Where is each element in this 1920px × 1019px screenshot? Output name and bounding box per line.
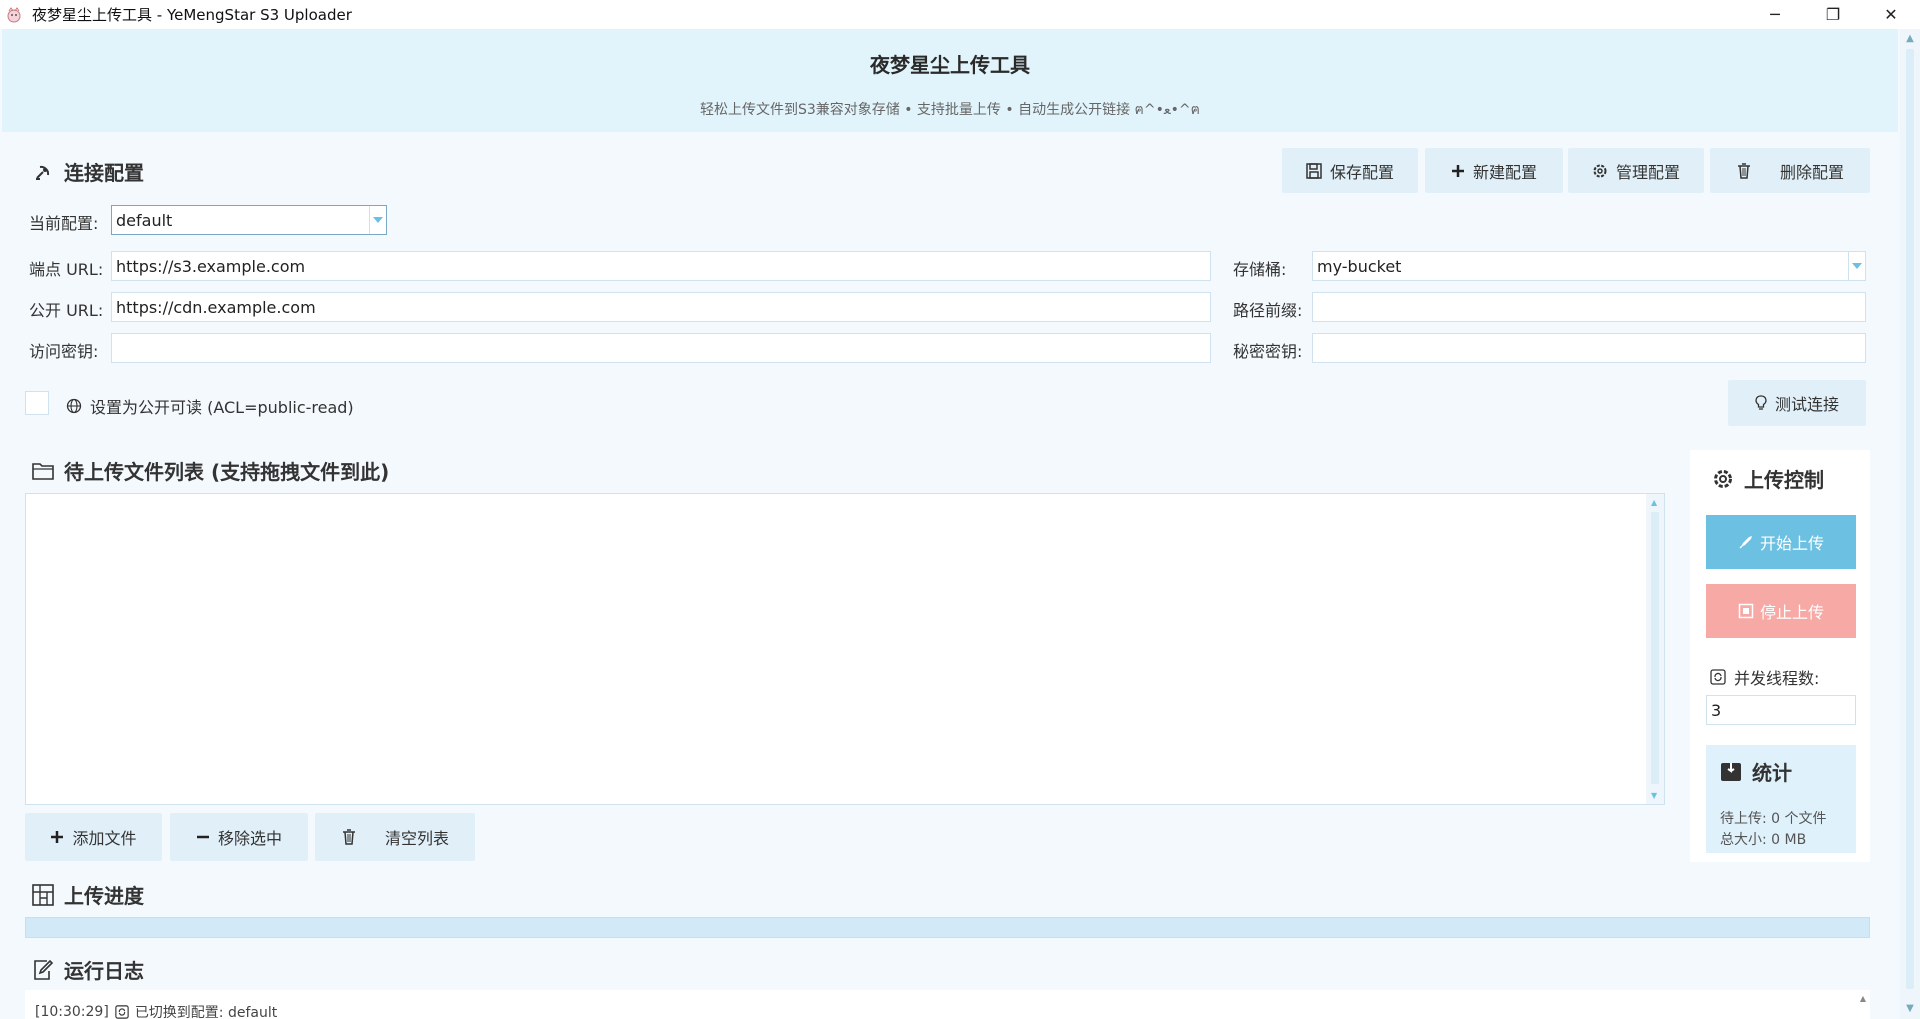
endpoint-url-input[interactable] [111, 251, 1211, 281]
public-url-input[interactable] [111, 292, 1211, 322]
access-key-input[interactable] [111, 333, 1211, 363]
access-key-value[interactable] [116, 338, 1210, 358]
app-title: 夜梦星尘上传工具 [870, 53, 1030, 77]
threads-label: 并发线程数: [1710, 665, 1819, 689]
save-config-button[interactable]: 保存配置 [1282, 148, 1418, 193]
window-title: 夜梦星尘上传工具 - YeMengStar S3 Uploader [32, 6, 352, 24]
log-box[interactable]: [10:30:29] 已切换到配置: default ▲ [25, 990, 1870, 1019]
scroll-up-icon[interactable]: ▲ [1651, 498, 1657, 507]
scroll-up-icon[interactable]: ▲ [1904, 33, 1916, 45]
trash-icon [1736, 162, 1752, 179]
stop-upload-button[interactable]: 停止上传 [1706, 584, 1856, 638]
file-list-section-title: 待上传文件列表 (支持拖拽文件到此) [32, 456, 389, 485]
rocket-icon [1738, 534, 1754, 550]
refresh-icon [1710, 669, 1726, 685]
window-titlebar: 夜梦星尘上传工具 - YeMengStar S3 Uploader ─ ❐ ✕ [0, 0, 1920, 29]
scroll-down-icon[interactable]: ▼ [1904, 1003, 1916, 1015]
plus-icon [50, 830, 64, 844]
bucket-label: 存储桶: [1233, 260, 1287, 279]
test-connection-button[interactable]: 测试连接 [1728, 380, 1866, 426]
bucket-select[interactable]: my-bucket [1312, 251, 1866, 281]
package-icon [1720, 762, 1742, 782]
upload-control-title: 上传控制 [1712, 464, 1824, 493]
delete-config-button[interactable]: 删除配置 [1710, 148, 1870, 193]
current-config-select[interactable]: default [111, 205, 387, 235]
pending-files-count: 待上传: 0 个文件 [1720, 811, 1827, 827]
edit-document-icon [32, 959, 54, 981]
file-list-box[interactable]: ▲ ▼ [25, 493, 1665, 805]
restore-button[interactable]: ❐ [1804, 0, 1862, 29]
folder-icon [32, 460, 54, 482]
scroll-down-icon[interactable]: ▼ [1651, 791, 1657, 800]
public-url-value[interactable] [116, 297, 1210, 317]
gear-icon [1712, 468, 1734, 490]
add-files-button[interactable]: 添加文件 [25, 813, 162, 861]
gear-icon [1592, 163, 1608, 179]
app-header: 夜梦星尘上传工具 轻松上传文件到S3兼容对象存储 • 支持批量上传 • 自动生成… [2, 29, 1898, 132]
manage-config-button[interactable]: 管理配置 [1568, 148, 1704, 193]
file-list-scrollbar[interactable]: ▲ ▼ [1646, 494, 1664, 804]
threads-value[interactable] [1711, 700, 1855, 720]
remove-selected-button[interactable]: 移除选中 [170, 813, 308, 861]
floppy-icon [1306, 162, 1322, 179]
refresh-icon [115, 1005, 129, 1019]
threads-input[interactable] [1706, 695, 1856, 725]
secret-key-label: 秘密密钥: [1233, 342, 1303, 361]
public-read-label: 设置为公开可读 (ACL=public-read) [66, 394, 354, 418]
path-prefix-input[interactable] [1312, 292, 1866, 322]
progress-section-title: 上传进度 [32, 880, 144, 909]
public-read-checkbox[interactable] [25, 391, 49, 415]
upload-control-panel: 上传控制 开始上传 停止上传 并发线程数: 统计 待上传: 0 个文件 总大小:… [1690, 450, 1870, 862]
window-scrollbar[interactable]: ▲ ▼ [1900, 29, 1920, 1019]
trash-icon [341, 829, 357, 845]
lightbulb-icon [1755, 395, 1767, 411]
app-logo-icon [4, 5, 24, 25]
new-config-button[interactable]: 新建配置 [1425, 148, 1563, 193]
path-prefix-value[interactable] [1317, 297, 1865, 317]
minimize-button[interactable]: ─ [1746, 0, 1804, 29]
stats-box: 统计 待上传: 0 个文件 总大小: 0 MB [1706, 745, 1856, 853]
log-section-title: 运行日志 [32, 955, 144, 984]
app-subtitle: 轻松上传文件到S3兼容对象存储 • 支持批量上传 • 自动生成公开链接 ฅ^•ﻌ… [699, 102, 1201, 118]
current-config-label: 当前配置: [29, 214, 99, 233]
log-line: [10:30:29] 已切换到配置: default [35, 1004, 278, 1019]
upload-progress-bar [25, 917, 1870, 938]
chevron-down-icon[interactable] [1848, 252, 1865, 280]
satellite-icon [32, 161, 54, 183]
access-key-label: 访问密钥: [29, 342, 99, 361]
path-prefix-label: 路径前缀: [1233, 301, 1303, 320]
plus-icon [1451, 164, 1465, 178]
stop-icon [1738, 603, 1754, 619]
secret-key-value[interactable] [1317, 338, 1865, 358]
total-size-value: 总大小: 0 MB [1720, 832, 1807, 848]
chevron-down-icon[interactable] [369, 206, 386, 234]
secret-key-input[interactable] [1312, 333, 1866, 363]
globe-icon [66, 398, 82, 414]
endpoint-url-label: 端点 URL: [29, 260, 104, 279]
connection-section-title: 连接配置 [32, 157, 144, 186]
scroll-up-icon[interactable]: ▲ [1860, 994, 1866, 1003]
start-upload-button[interactable]: 开始上传 [1706, 515, 1856, 569]
scroll-thumb[interactable] [1906, 49, 1914, 989]
stats-title: 统计 [1720, 757, 1792, 786]
chart-icon [32, 883, 54, 906]
scroll-thumb[interactable] [1651, 512, 1659, 784]
endpoint-url-value[interactable] [116, 256, 1210, 276]
close-button[interactable]: ✕ [1862, 0, 1920, 29]
public-url-label: 公开 URL: [29, 301, 104, 320]
minus-icon [196, 830, 210, 844]
clear-list-button[interactable]: 清空列表 [315, 813, 475, 861]
